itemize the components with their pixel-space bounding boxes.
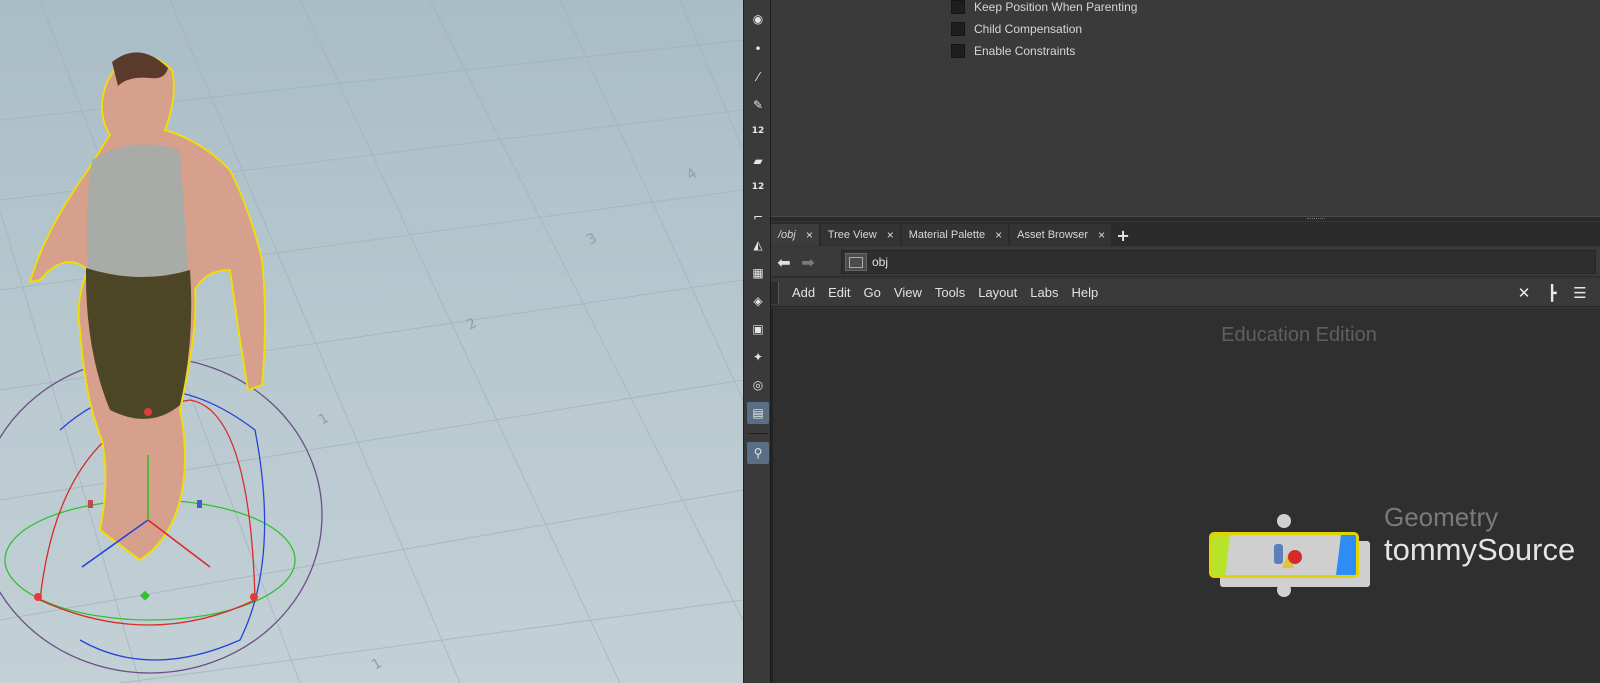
menu-help[interactable]: Help (1071, 285, 1098, 300)
geometry-node[interactable] (1209, 514, 1370, 597)
number-display-label: 12 (751, 126, 765, 136)
close-icon[interactable]: × (806, 228, 813, 242)
param-enable-constraints[interactable]: Enable Constraints (951, 42, 1075, 60)
menu-labs[interactable]: Labs (1030, 285, 1058, 300)
right-panel: Keep Position When Parenting Child Compe… (771, 0, 1600, 683)
node-render-flag[interactable] (1336, 535, 1356, 575)
path-text: obj (872, 255, 889, 269)
enable-constraints-checkbox[interactable] (951, 44, 965, 58)
close-icon[interactable]: × (1098, 228, 1105, 242)
shelf-divider (748, 433, 768, 434)
image-icon[interactable]: ▤ (747, 402, 769, 424)
node-output-port[interactable] (1277, 583, 1291, 597)
tab-label: Asset Browser (1017, 229, 1089, 241)
menu-view[interactable]: View (894, 285, 922, 300)
svg-text:4: 4 (684, 165, 700, 183)
circle-icon[interactable]: ◎ (747, 374, 769, 396)
param-keep-position[interactable]: Keep Position When Parenting (951, 0, 1137, 16)
parameter-editor: Keep Position When Parenting Child Compe… (771, 0, 1600, 218)
plane-icon[interactable]: ◈ (747, 290, 769, 312)
checker-icon[interactable]: ▦ (747, 262, 769, 284)
viewport-scene-drawing: 1 2 3 4 1 (0, 0, 743, 683)
tab-asset-browser[interactable]: Asset Browser × (1010, 224, 1112, 246)
param-child-compensation[interactable]: Child Compensation (951, 20, 1082, 38)
tool-shelf: ◉ • ⁄ ✎ 12 ▰ 12 ⌐ ◭ ▦ ◈ ▣ ✦ ◎ ▤ ⚲ (743, 0, 771, 683)
menu-handle[interactable] (771, 281, 779, 304)
number-display-icon[interactable]: 12 (747, 120, 769, 142)
tree-icon[interactable]: ┣ (1540, 282, 1564, 304)
path-bar: ⬅ ➡ obj (771, 247, 1600, 277)
splitter-grip[interactable] (1307, 218, 1325, 220)
scene-viewport[interactable]: 1 2 3 4 1 (0, 0, 743, 683)
paint-icon[interactable]: ▰ (747, 150, 769, 172)
node-type-label: Geometry (1384, 502, 1499, 532)
pane-splitter[interactable] (771, 216, 1600, 221)
param-label: Enable Constraints (974, 44, 1076, 58)
node-display-flag[interactable] (1212, 535, 1230, 575)
edge-icon[interactable]: ⁄ (747, 66, 769, 88)
param-label: Keep Position When Parenting (974, 0, 1138, 14)
number-display-icon[interactable]: 12 (747, 176, 769, 198)
view-icon[interactable]: ◉ (747, 8, 769, 30)
keep-position-checkbox[interactable] (951, 0, 965, 14)
menu-layout[interactable]: Layout (978, 285, 1017, 300)
frame-icon[interactable]: ▣ (747, 318, 769, 340)
node-name-label[interactable]: tommySource (1384, 532, 1575, 568)
svg-text:2: 2 (464, 315, 480, 333)
light-icon[interactable]: ✦ (747, 346, 769, 368)
close-icon[interactable]: × (887, 228, 894, 242)
geometry-icon (1274, 544, 1302, 568)
pin-icon[interactable]: ⚲ (747, 442, 769, 464)
network-toolbar: ✕ ┣ ☰ (1508, 282, 1592, 304)
pen-icon[interactable]: ◭ (747, 234, 769, 256)
node-input-port[interactable] (1277, 514, 1291, 528)
back-arrow-icon[interactable]: ⬅ (773, 253, 795, 272)
houdini-window: 1 2 3 4 1 ◉ • ⁄ ✎ 12 ▰ 12 ⌐ ◭ ▦ ◈ ▣ ✦ ◎ … (0, 0, 1600, 683)
tab-tree-view[interactable]: Tree View × (820, 224, 900, 246)
network-path-field[interactable]: obj (841, 250, 1596, 274)
child-compensation-checkbox[interactable] (951, 22, 965, 36)
menu-tools[interactable]: Tools (935, 285, 965, 300)
menu-go[interactable]: Go (864, 285, 881, 300)
wrench-icon[interactable]: ✕ (1512, 282, 1536, 304)
svg-text:3: 3 (584, 230, 600, 248)
tab-label: Tree View (827, 229, 877, 241)
node-body[interactable] (1209, 532, 1359, 578)
list-icon[interactable]: ☰ (1568, 282, 1592, 304)
network-icon (845, 253, 867, 271)
svg-text:1: 1 (369, 655, 385, 673)
param-label: Child Compensation (974, 22, 1083, 36)
tab-obj[interactable]: /obj × (771, 224, 819, 246)
edition-watermark: Education Edition (1221, 324, 1377, 346)
pane-tabs: /obj × Tree View × Material Palette × As… (771, 222, 1600, 246)
close-icon[interactable]: × (995, 228, 1002, 242)
menu-edit[interactable]: Edit (828, 285, 850, 300)
point-icon[interactable]: • (747, 38, 769, 60)
network-editor[interactable]: Education Edition Geometry tommySource (771, 308, 1600, 683)
number-display-label: 12 (751, 182, 765, 192)
network-border (771, 308, 773, 683)
tab-material-palette[interactable]: Material Palette × (901, 224, 1009, 246)
svg-text:1: 1 (316, 410, 332, 428)
forward-arrow-icon[interactable]: ➡ (797, 253, 819, 272)
network-menu-bar: Add Edit Go View Tools Layout Labs Help … (771, 279, 1600, 307)
brush-icon[interactable]: ✎ (747, 94, 769, 116)
curve-icon[interactable]: ⌐ (747, 206, 769, 228)
add-tab-button[interactable]: + (1113, 224, 1133, 246)
menu-add[interactable]: Add (792, 285, 815, 300)
tab-label: Material Palette (908, 229, 986, 241)
tab-label: /obj (778, 229, 796, 241)
